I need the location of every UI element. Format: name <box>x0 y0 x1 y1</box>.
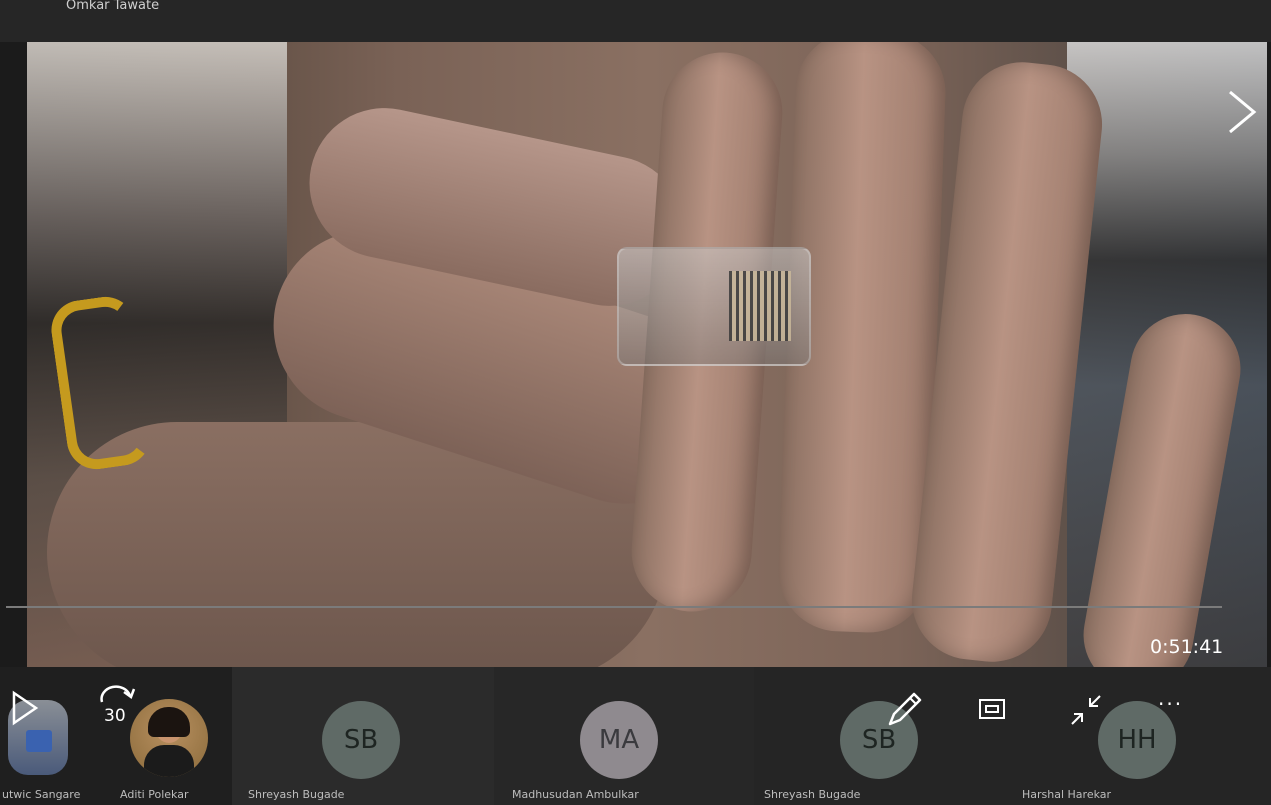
video-rj45-connector <box>617 247 811 366</box>
photo-hair <box>148 707 190 737</box>
participant-name: Madhusudan Ambulkar <box>512 788 639 801</box>
presenter-name: Omkar Tawate <box>66 0 160 13</box>
participant-avatar: MA <box>580 701 658 779</box>
connector-pins <box>729 271 791 341</box>
skip-seconds-label: 30 <box>104 706 126 726</box>
participant-name: Shreyash Bugade <box>248 788 345 801</box>
main-video[interactable] <box>27 42 1267 667</box>
participant-name: Aditi Polekar <box>120 788 189 801</box>
pen-icon[interactable] <box>884 690 924 730</box>
participant-photo <box>130 699 208 777</box>
top-bar: Omkar Tawate <box>0 0 1271 42</box>
playback-timecode: 0:51:41 <box>1150 636 1224 658</box>
playback-progress-line[interactable] <box>6 606 1222 608</box>
skip-forward-30-icon[interactable] <box>96 684 140 706</box>
participant-tile[interactable] <box>754 667 1271 805</box>
participant-name: Harshal Harekar <box>1022 788 1112 801</box>
participant-name: Shreyash Bugade <box>764 788 861 801</box>
participant-avatar: SB <box>322 701 400 779</box>
play-icon[interactable] <box>10 690 40 726</box>
chevron-right-icon[interactable] <box>1222 88 1262 136</box>
more-options-icon[interactable]: ··· <box>1158 692 1183 716</box>
photo-body <box>144 745 194 777</box>
photo-shape <box>26 730 52 752</box>
participant-name: utwic Sangare <box>2 788 81 801</box>
picture-in-picture-icon[interactable] <box>978 698 1006 720</box>
collapse-icon[interactable] <box>1066 692 1106 728</box>
